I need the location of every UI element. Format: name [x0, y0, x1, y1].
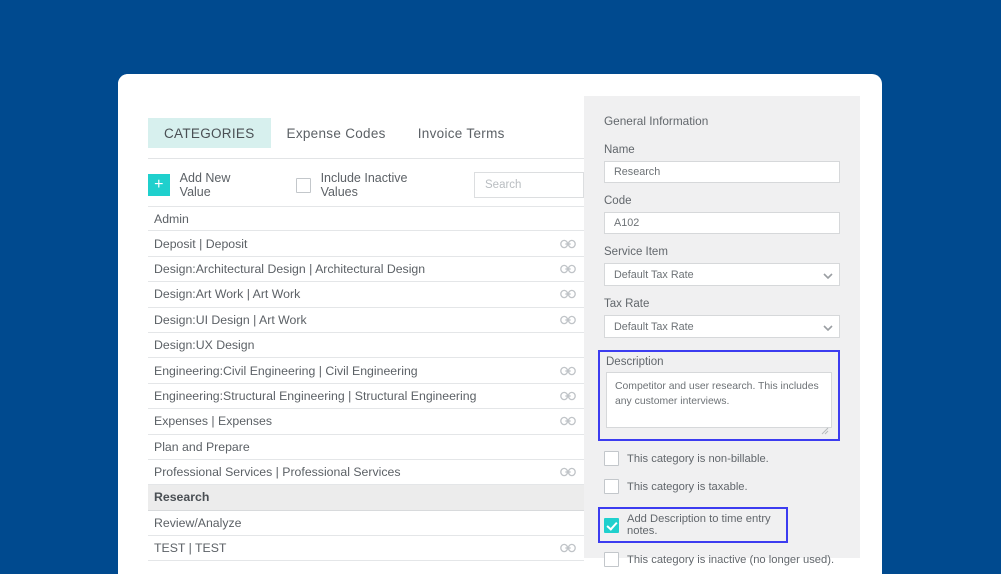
link-icon[interactable]	[560, 236, 576, 252]
category-row[interactable]: Research	[148, 485, 584, 511]
tab-invoice-terms[interactable]: Invoice Terms	[402, 118, 521, 148]
option-checkbox-row[interactable]: This category is inactive (no longer use…	[604, 552, 840, 567]
option-checkbox-row[interactable]: This category is taxable.	[604, 479, 840, 494]
category-label: Engineering:Structural Engineering | Str…	[154, 388, 477, 403]
category-label: Expenses | Expenses	[154, 414, 273, 429]
category-row[interactable]: Admin	[148, 206, 584, 232]
service-item-select[interactable]: Default Tax Rate	[604, 263, 840, 286]
description-textarea[interactable]	[606, 372, 832, 428]
category-row[interactable]: Review/Analyze	[148, 511, 584, 537]
category-row[interactable]: Design:UX Design	[148, 333, 584, 359]
category-label: Deposit | Deposit	[154, 236, 248, 251]
service-item-field-group: Service Item Default Tax Rate	[604, 246, 840, 286]
search-input[interactable]	[474, 172, 584, 198]
option-checkbox-label: This category is non-billable.	[627, 452, 769, 465]
include-inactive-values-label: Include Inactive Values	[320, 171, 408, 199]
category-label: Design:Art Work | Art Work	[154, 287, 301, 302]
category-label: Engineering:Civil Engineering | Civil En…	[154, 363, 418, 378]
link-icon[interactable]	[560, 464, 576, 480]
category-list: Admin Deposit | Deposit Design:Architectur…	[148, 206, 584, 562]
link-icon[interactable]	[560, 413, 576, 429]
tax-rate-label: Tax Rate	[604, 298, 650, 310]
checkbox-checked-icon	[604, 517, 619, 533]
category-label: Design:Architectural Design | Architectu…	[154, 261, 426, 276]
checkbox-box	[604, 479, 619, 494]
category-label: Professional Services | Professional Ser…	[154, 465, 401, 480]
option-checkbox-row[interactable]: Add Description to time entry notes.	[598, 507, 788, 543]
checkbox-box	[295, 177, 311, 193]
description-label: Description	[606, 356, 664, 368]
category-label: Design:UX Design	[154, 338, 255, 353]
service-item-label: Service Item	[604, 246, 668, 258]
category-row[interactable]: Professional Services | Professional Ser…	[148, 460, 584, 486]
toolbar-divider	[148, 158, 584, 159]
checkbox-box	[604, 552, 619, 567]
category-row[interactable]: Engineering:Structural Engineering | Str…	[148, 384, 584, 410]
category-row[interactable]: Deposit | Deposit	[148, 231, 584, 257]
category-row[interactable]: Design:Architectural Design | Architectu…	[148, 257, 584, 283]
include-inactive-values-checkbox[interactable]: Include Inactive Values	[295, 171, 446, 199]
category-label: Plan and Prepare	[154, 439, 250, 454]
category-label: Admin	[154, 211, 189, 226]
name-input[interactable]	[604, 161, 840, 183]
settings-card: CATEGORIES Expense Codes Invoice Terms +…	[118, 74, 882, 574]
link-icon[interactable]	[560, 540, 576, 556]
link-icon[interactable]	[560, 286, 576, 302]
code-field-group: Code	[604, 195, 840, 234]
tax-rate-select[interactable]: Default Tax Rate	[604, 315, 840, 338]
checkbox-box	[604, 451, 619, 466]
name-label: Name	[604, 144, 635, 156]
description-field-group: Description	[598, 350, 840, 441]
add-new-value-button[interactable]: + Add New Value	[148, 171, 264, 199]
option-checkbox-label: This category is inactive (no longer use…	[627, 553, 835, 566]
category-label: TEST | TEST	[154, 541, 227, 556]
tab-bar: CATEGORIES Expense Codes Invoice Terms	[148, 118, 521, 148]
category-row[interactable]: Design:UI Design | Art Work	[148, 308, 584, 333]
tab-expense-codes[interactable]: Expense Codes	[271, 118, 402, 148]
option-checkbox-row[interactable]: This category is non-billable.	[604, 451, 840, 466]
tab-categories[interactable]: CATEGORIES	[148, 118, 271, 148]
plus-icon: +	[148, 174, 170, 196]
link-icon[interactable]	[560, 388, 576, 404]
category-label: Research	[154, 490, 210, 505]
list-toolbar: + Add New Value Include Inactive Values	[148, 166, 584, 204]
code-input[interactable]	[604, 212, 840, 234]
option-checkbox-label: This category is taxable.	[627, 480, 748, 493]
category-row[interactable]: Engineering:Civil Engineering | Civil En…	[148, 358, 584, 384]
code-label: Code	[604, 195, 632, 207]
category-label: Review/Analyze	[154, 515, 242, 530]
panel-title: General Information	[604, 114, 709, 128]
category-row[interactable]: Expenses | Expenses	[148, 409, 584, 435]
category-row[interactable]: Plan and Prepare	[148, 435, 584, 460]
category-options-list: This category is non-billable. This categ…	[598, 451, 840, 567]
tax-rate-field-group: Tax Rate Default Tax Rate	[604, 298, 840, 338]
category-row[interactable]: TEST | TEST	[148, 536, 584, 562]
link-icon[interactable]	[560, 261, 576, 277]
category-label: Design:UI Design | Art Work	[154, 312, 307, 327]
categories-pane: CATEGORIES Expense Codes Invoice Terms +…	[118, 74, 584, 574]
option-checkbox-label: Add Description to time entry notes.	[627, 513, 771, 537]
link-icon[interactable]	[560, 312, 576, 328]
general-information-panel: General Information Name Code Service It…	[584, 96, 860, 567]
category-row[interactable]: Design:Art Work | Art Work	[148, 282, 584, 308]
name-field-group: Name	[604, 144, 840, 183]
link-icon[interactable]	[560, 363, 576, 379]
add-new-value-label: Add New Value	[179, 171, 231, 199]
